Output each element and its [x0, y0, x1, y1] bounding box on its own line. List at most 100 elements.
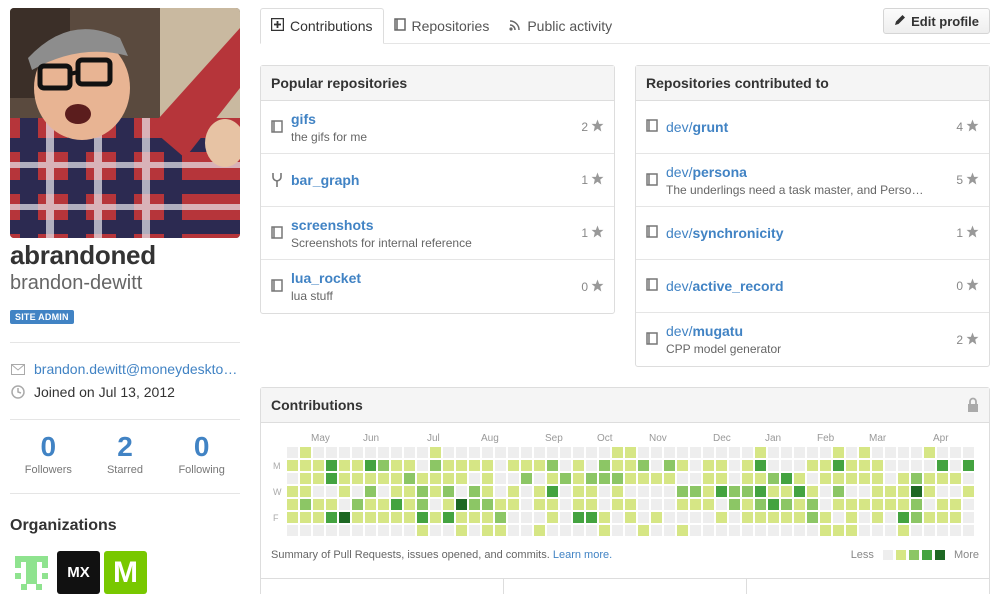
contribution-day[interactable] — [807, 460, 818, 471]
repo-row[interactable]: lua_rocket lua stuff 0 — [261, 260, 614, 313]
contribution-day[interactable] — [872, 525, 883, 536]
contribution-day[interactable] — [586, 473, 597, 484]
contribution-day[interactable] — [456, 473, 467, 484]
contribution-day[interactable] — [339, 447, 350, 458]
contribution-day[interactable] — [521, 512, 532, 523]
contribution-day[interactable] — [911, 486, 922, 497]
contribution-day[interactable] — [443, 473, 454, 484]
contribution-day[interactable] — [729, 460, 740, 471]
contribution-day[interactable] — [417, 486, 428, 497]
contribution-day[interactable] — [651, 525, 662, 536]
contribution-day[interactable] — [703, 525, 714, 536]
contribution-day[interactable] — [846, 486, 857, 497]
repo-name-link[interactable]: lua_rocket — [291, 270, 604, 286]
contribution-day[interactable] — [859, 499, 870, 510]
contribution-day[interactable] — [300, 512, 311, 523]
contribution-day[interactable] — [911, 473, 922, 484]
contribution-day[interactable] — [716, 525, 727, 536]
contribution-day[interactable] — [300, 447, 311, 458]
contribution-day[interactable] — [638, 473, 649, 484]
contribution-day[interactable] — [313, 473, 324, 484]
contribution-day[interactable] — [560, 486, 571, 497]
contribution-day[interactable] — [885, 447, 896, 458]
contribution-day[interactable] — [664, 512, 675, 523]
contribution-day[interactable] — [885, 499, 896, 510]
followers-stat[interactable]: 0 Followers — [10, 432, 87, 477]
contribution-day[interactable] — [521, 447, 532, 458]
contribution-day[interactable] — [508, 486, 519, 497]
contribution-day[interactable] — [469, 460, 480, 471]
contribution-day[interactable] — [508, 460, 519, 471]
contribution-day[interactable] — [417, 473, 428, 484]
contribution-day[interactable] — [313, 499, 324, 510]
contribution-day[interactable] — [729, 447, 740, 458]
contribution-day[interactable] — [833, 512, 844, 523]
contribution-day[interactable] — [664, 499, 675, 510]
contribution-day[interactable] — [872, 460, 883, 471]
contribution-day[interactable] — [820, 499, 831, 510]
contribution-day[interactable] — [599, 525, 610, 536]
contribution-day[interactable] — [768, 447, 779, 458]
contribution-day[interactable] — [625, 486, 636, 497]
contribution-day[interactable] — [690, 512, 701, 523]
contribution-day[interactable] — [378, 473, 389, 484]
contribution-day[interactable] — [547, 473, 558, 484]
contribution-day[interactable] — [300, 473, 311, 484]
contribution-day[interactable] — [391, 512, 402, 523]
contribution-day[interactable] — [924, 525, 935, 536]
contribution-day[interactable] — [885, 512, 896, 523]
contribution-day[interactable] — [365, 460, 376, 471]
contribution-day[interactable] — [391, 525, 402, 536]
contribution-day[interactable] — [859, 447, 870, 458]
contribution-day[interactable] — [963, 447, 974, 458]
contribution-day[interactable] — [378, 512, 389, 523]
contribution-day[interactable] — [833, 473, 844, 484]
contribution-day[interactable] — [287, 512, 298, 523]
contribution-day[interactable] — [482, 460, 493, 471]
contribution-day[interactable] — [521, 499, 532, 510]
contribution-day[interactable] — [638, 525, 649, 536]
repo-row[interactable]: bar_graph 1 — [261, 154, 614, 207]
contribution-day[interactable] — [716, 473, 727, 484]
contribution-day[interactable] — [950, 447, 961, 458]
contribution-day[interactable] — [456, 460, 467, 471]
contribution-day[interactable] — [716, 512, 727, 523]
contribution-day[interactable] — [781, 473, 792, 484]
contribution-day[interactable] — [391, 499, 402, 510]
contribution-day[interactable] — [573, 460, 584, 471]
contribution-day[interactable] — [352, 447, 363, 458]
contribution-day[interactable] — [794, 499, 805, 510]
contribution-day[interactable] — [924, 512, 935, 523]
contribution-day[interactable] — [612, 486, 623, 497]
contribution-day[interactable] — [703, 486, 714, 497]
contribution-day[interactable] — [885, 525, 896, 536]
contribution-day[interactable] — [781, 525, 792, 536]
contribution-day[interactable] — [547, 486, 558, 497]
contribution-day[interactable] — [755, 525, 766, 536]
contribution-day[interactable] — [950, 473, 961, 484]
contribution-day[interactable] — [911, 525, 922, 536]
contribution-day[interactable] — [690, 447, 701, 458]
contribution-day[interactable] — [677, 460, 688, 471]
contribution-day[interactable] — [365, 473, 376, 484]
contribution-day[interactable] — [963, 473, 974, 484]
contribution-day[interactable] — [612, 499, 623, 510]
contribution-day[interactable] — [755, 460, 766, 471]
repo-row[interactable]: dev/active_record 0 — [636, 260, 989, 313]
contribution-day[interactable] — [417, 460, 428, 471]
contribution-day[interactable] — [339, 525, 350, 536]
repo-name-link[interactable]: bar_graph — [291, 172, 604, 188]
contribution-day[interactable] — [690, 460, 701, 471]
contribution-day[interactable] — [677, 525, 688, 536]
email-link[interactable]: brandon.dewitt@moneydeskto… — [34, 361, 237, 377]
contribution-day[interactable] — [625, 447, 636, 458]
contribution-day[interactable] — [378, 460, 389, 471]
contribution-day[interactable] — [937, 447, 948, 458]
contribution-day[interactable] — [300, 486, 311, 497]
contribution-day[interactable] — [495, 499, 506, 510]
contribution-day[interactable] — [469, 499, 480, 510]
contribution-day[interactable] — [846, 460, 857, 471]
contribution-day[interactable] — [898, 525, 909, 536]
contribution-day[interactable] — [768, 512, 779, 523]
learn-more-link[interactable]: Learn more. — [553, 549, 612, 561]
